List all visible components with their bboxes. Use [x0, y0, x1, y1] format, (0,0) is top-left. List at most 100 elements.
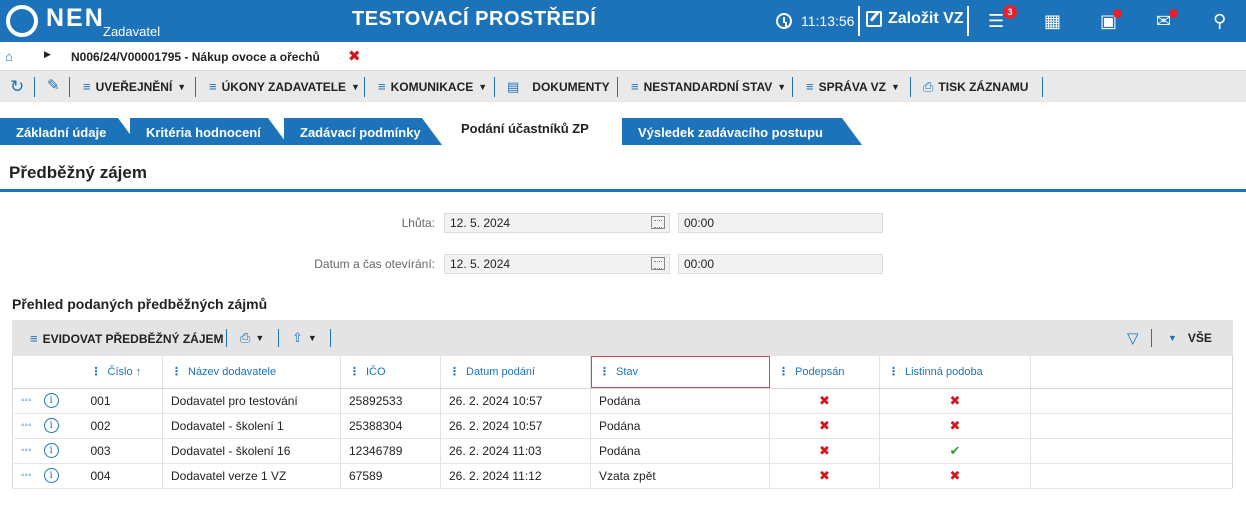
refresh-icon[interactable]: ↻ — [10, 77, 24, 97]
more-options-icon[interactable]: ◦◦◦ — [21, 395, 32, 406]
menu-sprava-vz[interactable]: ≡ SPRÁVA VZ ▼ — [806, 79, 900, 94]
section-divider — [0, 189, 1246, 192]
cell-datum: 26. 2. 2024 11:12 — [440, 463, 591, 489]
row-actions: ◦◦◦ i — [12, 463, 83, 489]
table-row[interactable]: ◦◦◦ i 004 Dodavatel verze 1 VZ 67589 26. 2. 2… — [12, 463, 1233, 489]
menu-ukony-zadavatele[interactable]: ≡ ÚKONY ZADAVATELE ▼ — [209, 79, 360, 94]
create-tender-button[interactable]: Založit VZ — [866, 10, 964, 28]
row-actions: ◦◦◦ i — [12, 413, 83, 439]
register-interest-button[interactable]: ≡ EVIDOVAT PŘEDBĚŽNÝ ZÁJEM — [30, 331, 224, 346]
cell-ico: 67589 — [340, 463, 441, 489]
print-icon: ⎙ — [240, 330, 251, 345]
environment-title: TESTOVACÍ PROSTŘEDÍ — [352, 8, 597, 30]
toolbar-divider — [330, 329, 331, 347]
cell-filler — [1030, 388, 1233, 414]
tab-vysledek-zadavaciho-postupu[interactable]: Výsledek zadávacího postupu — [622, 118, 862, 145]
toolbar-divider — [195, 77, 196, 97]
logo-text[interactable]: NEN — [46, 4, 105, 33]
breadcrumb: ⌂ ▶ N006/24/V00001795 - Nákup ovoce a oř… — [0, 42, 1246, 70]
calculator-icon[interactable]: ▦ — [1044, 10, 1061, 32]
tab-podani-ucastniku[interactable]: Podání účastníků ZP — [445, 114, 625, 145]
more-options-icon[interactable]: ◦◦◦ — [21, 470, 32, 481]
breadcrumb-current[interactable]: N006/24/V00001795 - Nákup ovoce a ořechů — [71, 50, 320, 64]
tab-zakladni-udaje[interactable]: Základní údaje — [0, 118, 138, 145]
column-label: Listinná podoba — [905, 366, 983, 379]
export-menu-button[interactable]: ⇧ ▼ — [292, 330, 317, 346]
row-actions-header — [12, 356, 83, 389]
menu-dokumenty[interactable]: ▤ DOKUMENTY — [507, 79, 610, 95]
cell-filler — [1030, 463, 1233, 489]
column-header-nazev[interactable]: ⋮ Název dodavatele — [162, 356, 341, 389]
home-icon[interactable]: ⌂ — [5, 49, 13, 64]
close-icon[interactable]: ✖ — [348, 47, 361, 65]
menu-nestandardni-label: NESTANDARDNÍ STAV — [643, 79, 773, 94]
tab-kriteria-hodnoceni[interactable]: Kritéria hodnocení — [130, 118, 288, 145]
cell-ico: 25388304 — [340, 413, 441, 439]
menu-uverejneni[interactable]: ≡ UVEŘEJNĚNÍ ▼ — [83, 79, 186, 94]
cell-nazev: Dodavatel - školení 1 — [162, 413, 341, 439]
column-header-cislo[interactable]: ⋮ Číslo ↑ — [82, 356, 163, 389]
info-icon[interactable]: i — [43, 443, 59, 458]
submissions-table: ⋮ Číslo ↑ ⋮ Název dodavatele ⋮ IČO ⋮ Datum p… — [12, 356, 1233, 489]
column-header-ico[interactable]: ⋮ IČO — [340, 356, 441, 389]
deadline-label: Lhůta: — [401, 216, 435, 230]
cell-stav: Podána — [590, 438, 770, 464]
cell-stav: Vzata zpět — [590, 463, 770, 489]
table-row[interactable]: ◦◦◦ i 001 Dodavatel pro testování 25892533 26… — [12, 388, 1233, 414]
register-interest-label: EVIDOVAT PŘEDBĚŽNÝ ZÁJEM — [42, 331, 224, 346]
cross-icon: ✖ — [949, 417, 961, 433]
grid-title: Přehled podaných předběžných zájmů — [12, 296, 268, 312]
opening-date-field[interactable]: 12. 5. 2024 — [444, 254, 670, 274]
filter-icon[interactable]: ▽ — [1127, 329, 1139, 347]
menu-sprava-label: SPRÁVA VZ — [818, 79, 886, 94]
caret-down-icon: ▼ — [177, 81, 187, 92]
cross-icon: ✖ — [819, 392, 830, 408]
toolbar-divider — [364, 77, 365, 97]
cell-nazev: Dodavatel - školení 16 — [162, 438, 341, 464]
list-icon: ≡ — [209, 79, 217, 94]
column-header-podepsan[interactable]: ⋮ Podepsán — [769, 356, 880, 389]
table-row[interactable]: ◦◦◦ i 002 Dodavatel - školení 1 25388304 26. … — [12, 413, 1233, 439]
chevron-right-icon: ▶ — [44, 49, 51, 59]
more-options-icon[interactable]: ◦◦◦ — [21, 445, 32, 456]
filter-all-select[interactable]: ▼ VŠE — [1168, 331, 1212, 345]
cell-listinna: ✔ — [879, 438, 1031, 464]
caret-down-icon: ▼ — [890, 81, 900, 92]
cell-cislo: 004 — [82, 463, 163, 489]
cell-stav: Podána — [590, 413, 770, 439]
user-icon[interactable]: ⚲ — [1213, 10, 1226, 32]
menu-tisk-zaznamu[interactable]: ⎙ TISK ZÁZNAMU — [923, 79, 1028, 95]
column-label: Stav — [616, 366, 639, 379]
caret-down-icon: ▼ — [255, 333, 265, 343]
list-icon: ≡ — [806, 79, 814, 94]
table-row[interactable]: ◦◦◦ i 003 Dodavatel - školení 16 12346789 26.… — [12, 438, 1233, 464]
column-header-datum[interactable]: ⋮ Datum podání — [440, 356, 591, 389]
sort-ascending-icon: ↑ — [135, 366, 142, 379]
calendar-icon[interactable] — [651, 216, 665, 229]
info-icon[interactable]: i — [43, 393, 59, 408]
toolbar-divider — [226, 329, 227, 347]
menu-icon[interactable]: ☰ — [988, 10, 1004, 32]
cell-listinna: ✖ — [879, 413, 1031, 439]
column-label: Číslo — [107, 366, 133, 379]
more-options-icon[interactable]: ◦◦◦ — [21, 420, 32, 431]
cross-icon: ✖ — [949, 467, 961, 483]
menu-nestandardni-stav[interactable]: ≡ NESTANDARDNÍ STAV ▼ — [631, 79, 786, 94]
deadline-date-field[interactable]: 12. 5. 2024 — [444, 213, 670, 233]
print-menu-button[interactable]: ⎙ ▼ — [240, 330, 264, 346]
nen-logo-icon[interactable] — [6, 5, 38, 37]
cell-nazev: Dodavatel verze 1 VZ — [162, 463, 341, 489]
cell-stav: Podána — [590, 388, 770, 414]
tab-zadavaci-podminky[interactable]: Zadávací podmínky — [284, 118, 442, 145]
column-header-stav[interactable]: ⋮ Stav — [590, 356, 770, 389]
info-icon[interactable]: i — [43, 418, 59, 433]
info-icon[interactable]: i — [43, 468, 59, 483]
clock-icon — [776, 13, 792, 29]
column-header-listinna[interactable]: ⋮ Listinná podoba — [879, 356, 1031, 389]
calendar-icon[interactable] — [651, 257, 665, 270]
menu-komunikace[interactable]: ≡ KOMUNIKACE ▼ — [378, 79, 487, 94]
toolbar-divider — [1042, 77, 1043, 97]
opening-time-field[interactable]: 00:00 — [678, 254, 883, 274]
pencil-icon[interactable]: ✎ — [47, 76, 60, 94]
deadline-time-field[interactable]: 00:00 — [678, 213, 883, 233]
